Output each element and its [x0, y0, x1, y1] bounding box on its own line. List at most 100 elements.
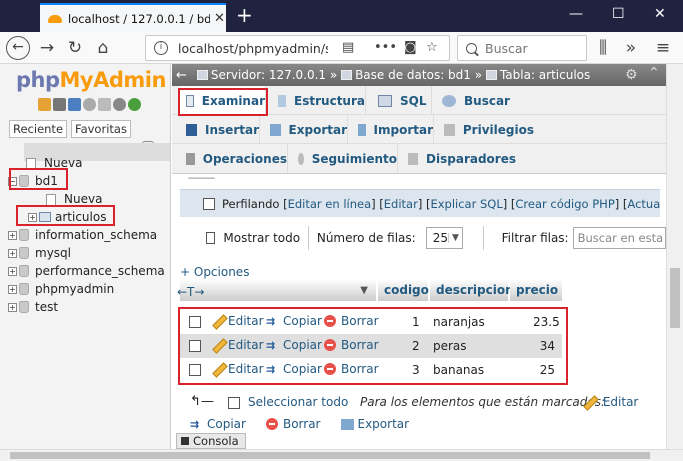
import-icon [358, 123, 366, 136]
column-header-descripcion[interactable]: descripcion [430, 279, 514, 301]
create-php-link[interactable]: Crear código PHP [515, 197, 614, 211]
vertical-scrollbar[interactable] [666, 64, 683, 449]
sql-query-dashes: ---------- [188, 173, 215, 184]
close-window-button[interactable]: ✕ [654, 6, 666, 22]
sort-arrow-icon[interactable]: ▼ [180, 279, 376, 301]
breadcrumb-server[interactable]: Servidor: 127.0.0.1 [211, 68, 326, 82]
exit-icon[interactable] [53, 98, 66, 111]
expand-icon[interactable]: + [8, 266, 17, 276]
triggers-icon [408, 152, 419, 165]
tree-item-phpmyadmin[interactable]: + phpmyadmin [8, 280, 114, 298]
profiling-checkbox[interactable] [203, 198, 215, 210]
bulk-export-button[interactable]: Exportar [358, 417, 410, 431]
url-text[interactable]: localhost/phpmyadmin/s [178, 41, 328, 56]
browser-tab[interactable]: localhost / 127.0.0.1 / bd1 / artic ✕ [40, 3, 226, 32]
select-all-checkbox[interactable] [228, 397, 240, 409]
column-header-precio[interactable]: precio [510, 279, 562, 301]
bulk-edit-button[interactable]: Editar [583, 395, 639, 409]
pocket-icon[interactable]: ◙ [404, 40, 417, 55]
expand-icon[interactable]: + [8, 248, 17, 258]
tab-importar[interactable]: Importar [352, 115, 434, 144]
tab-estructura[interactable]: Estructura [272, 86, 366, 115]
server-icon [196, 70, 208, 80]
search-input[interactable]: Buscar [457, 35, 587, 61]
filter-rows-input[interactable]: Buscar en esta tabla [572, 227, 666, 249]
reload-navigation-icon[interactable] [128, 98, 141, 111]
privileges-icon [444, 123, 455, 136]
tab-disparadores[interactable]: Disparadores [402, 144, 516, 173]
new-tab-button[interactable]: + [236, 4, 253, 26]
forward-arrow-icon[interactable]: → [36, 37, 58, 59]
reload-icon[interactable]: ↻ [64, 37, 86, 59]
tab-operaciones[interactable]: Operaciones [180, 144, 288, 173]
search-icon [466, 42, 477, 54]
sql-docs-icon[interactable] [98, 98, 111, 111]
breadcrumb-table[interactable]: Tabla: articulos [500, 68, 590, 82]
column-header-codigo[interactable]: codigo [378, 279, 429, 301]
library-icon[interactable]: ⫼ [592, 37, 614, 59]
bookmark-star-icon[interactable]: ☆ [426, 40, 438, 55]
bulk-delete-button[interactable]: Borrar [283, 417, 321, 431]
tab-sql[interactable]: SQL [372, 86, 432, 115]
minimize-button[interactable]: — [569, 6, 583, 22]
tree-item-performance-schema[interactable]: + performance_schema [8, 262, 165, 280]
collapse-nav-arrow-icon[interactable]: ← [176, 68, 187, 83]
url-bar[interactable]: i localhost/phpmyadmin/s ▤ ••• ◙ ☆ [145, 35, 450, 61]
breadcrumb-database[interactable]: Base de datos: bd1 [355, 68, 471, 82]
maximize-button[interactable]: ☐ [612, 6, 625, 22]
scroll-thumb[interactable] [10, 452, 650, 459]
rows-select[interactable]: 25 ▼ [425, 227, 463, 249]
overflow-chevron-icon[interactable]: » [620, 37, 642, 59]
select-all-label[interactable]: Seleccionar todo [248, 395, 348, 409]
tab-insertar[interactable]: Insertar [180, 115, 260, 144]
tab-exportar[interactable]: Exportar [264, 115, 348, 144]
export-icon [270, 123, 281, 136]
back-arrow-icon[interactable]: ← [6, 36, 30, 60]
recent-favorites-tabs: Reciente Favoritas [9, 120, 131, 138]
insert-icon [186, 123, 198, 136]
docs-icon[interactable] [83, 98, 96, 111]
query-window-icon[interactable] [68, 98, 81, 111]
page-actions-icon[interactable]: ••• [374, 40, 397, 55]
show-all-checkbox[interactable] [206, 232, 216, 244]
console-tab[interactable]: Consola [176, 433, 246, 449]
operations-wrench-icon [186, 152, 195, 165]
hamburger-menu-icon[interactable]: ≡ [652, 37, 674, 59]
scroll-thumb[interactable] [670, 268, 680, 328]
home-icon[interactable]: ⌂ [92, 37, 114, 59]
explain-sql-link[interactable]: Explicar SQL [430, 197, 502, 211]
recent-tab[interactable]: Reciente [9, 120, 68, 138]
settings-gear-icon[interactable]: ⚙ [625, 67, 638, 83]
settings-gear-icon[interactable] [113, 98, 126, 111]
tab-seguimiento[interactable]: Seguimiento [292, 144, 398, 173]
phpmyadmin-logo[interactable]: phpMyAdmin [16, 68, 166, 92]
refresh-link[interactable]: Actualizar [627, 197, 660, 211]
column-visibility-icon[interactable]: ←T→ [177, 285, 204, 299]
tree-item-mysql[interactable]: + mysql [8, 244, 71, 262]
rows-label: Número de filas: [316, 231, 416, 245]
console-icon [181, 437, 189, 445]
table-icon [485, 70, 497, 80]
for-marked-label: Para los elementos que están marcados: [360, 395, 606, 409]
reader-view-icon[interactable]: ▤ [342, 40, 354, 55]
expand-icon[interactable]: + [8, 302, 17, 312]
favorites-tab[interactable]: Favoritas [71, 120, 131, 138]
copy-icon: ⇉ [190, 417, 200, 431]
tab-privilegios[interactable]: Privilegios [438, 115, 534, 144]
expand-icon[interactable]: + [8, 230, 17, 240]
structure-icon [278, 94, 287, 107]
tab-close-icon[interactable]: ✕ [214, 11, 225, 26]
scroll-up-icon[interactable]: ⌃ [648, 65, 660, 81]
home-icon[interactable] [38, 98, 51, 111]
tracking-eye-icon [298, 152, 304, 165]
edit-link[interactable]: Editar [384, 197, 418, 211]
tab-buscar[interactable]: Buscar [436, 86, 512, 115]
horizontal-scrollbar[interactable] [0, 449, 683, 461]
tree-item-information-schema[interactable]: + information_schema [8, 226, 157, 244]
tree-item-test[interactable]: + test [8, 298, 58, 316]
bulk-copy-button[interactable]: Copiar [207, 417, 246, 431]
options-link[interactable]: + Opciones [180, 265, 249, 279]
expand-icon[interactable]: + [8, 284, 17, 294]
info-icon[interactable]: i [154, 41, 168, 55]
edit-inline-link[interactable]: Editar en línea [288, 197, 372, 211]
